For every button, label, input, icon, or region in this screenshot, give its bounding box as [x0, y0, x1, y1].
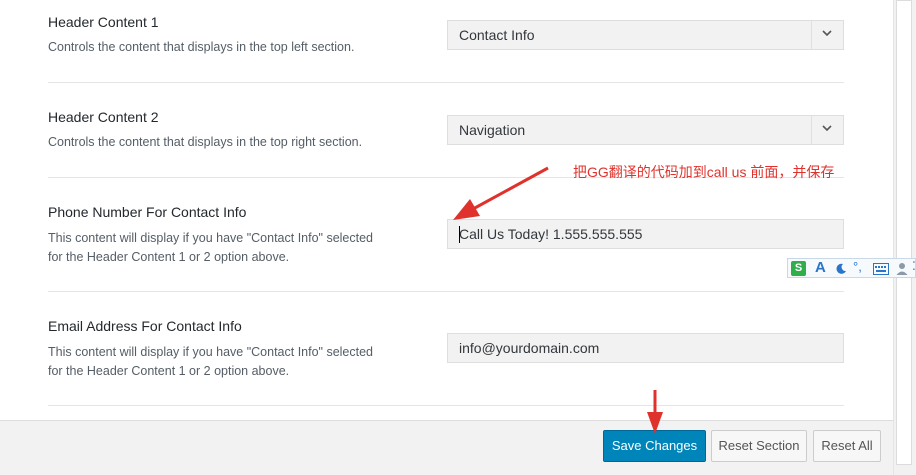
keyboard-icon[interactable] [873, 262, 889, 280]
header-content-1-select[interactable]: Contact Info [447, 20, 844, 50]
setting-header-content-1: Header Content 1 Controls the content th… [48, 0, 844, 82]
save-changes-button[interactable]: Save Changes [603, 430, 706, 462]
ime-toolbar[interactable]: S A °, ⁚ [787, 258, 916, 278]
phone-number-input[interactable]: Call Us Today! 1.555.555.555 [447, 219, 844, 249]
select-value: Navigation [459, 122, 526, 138]
user-icon[interactable] [896, 262, 908, 280]
annotation-note: 把GG翻译的代码加到call us 前面，并保存 [573, 164, 835, 180]
description-line: for the Header Content 1 or 2 option abo… [48, 364, 290, 378]
setting-title: Header Content 2 [48, 109, 159, 125]
scrollbar-thumb[interactable] [896, 0, 912, 465]
half-width-moon-icon[interactable] [835, 262, 847, 280]
vertical-scrollbar[interactable] [893, 0, 916, 475]
setting-title: Phone Number For Contact Info [48, 204, 247, 220]
input-value: info@yourdomain.com [459, 340, 600, 356]
setting-email-address: Email Address For Contact Info This cont… [48, 292, 844, 405]
input-value: Call Us Today! 1.555.555.555 [459, 226, 643, 242]
reset-section-button[interactable]: Reset Section [711, 430, 807, 462]
setting-title: Header Content 1 [48, 14, 159, 30]
options-panel: Header Content 1 Controls the content th… [0, 0, 893, 420]
setting-description: Controls the content that displays in th… [48, 40, 355, 54]
description-line: This content will display if you have "C… [48, 345, 374, 359]
description-line: for the Header Content 1 or 2 option abo… [48, 250, 290, 264]
description-line: This content will display if you have "C… [48, 231, 374, 245]
chevron-down-icon[interactable] [811, 116, 843, 144]
setting-phone-number: Phone Number For Contact Info This conte… [48, 178, 844, 291]
ime-logo-icon[interactable]: S [791, 261, 806, 276]
header-content-2-select[interactable]: Navigation [447, 115, 844, 145]
ime-more-indicator[interactable]: ⁚ [912, 259, 916, 273]
select-value: Contact Info [459, 27, 535, 43]
chevron-down-icon[interactable] [811, 21, 843, 49]
options-footer: Save Changes Reset Section Reset All [0, 420, 893, 475]
text-cursor [459, 226, 460, 243]
email-address-input[interactable]: info@yourdomain.com [447, 333, 844, 363]
setting-description: This content will display if you have "C… [48, 229, 408, 267]
setting-title: Email Address For Contact Info [48, 318, 242, 334]
setting-description: Controls the content that displays in th… [48, 135, 363, 149]
reset-all-button[interactable]: Reset All [813, 430, 881, 462]
ime-mode-toggle[interactable]: A [815, 259, 826, 276]
punctuation-toggle[interactable]: °, [853, 259, 862, 274]
setting-description: This content will display if you have "C… [48, 343, 408, 381]
divider [48, 405, 844, 406]
